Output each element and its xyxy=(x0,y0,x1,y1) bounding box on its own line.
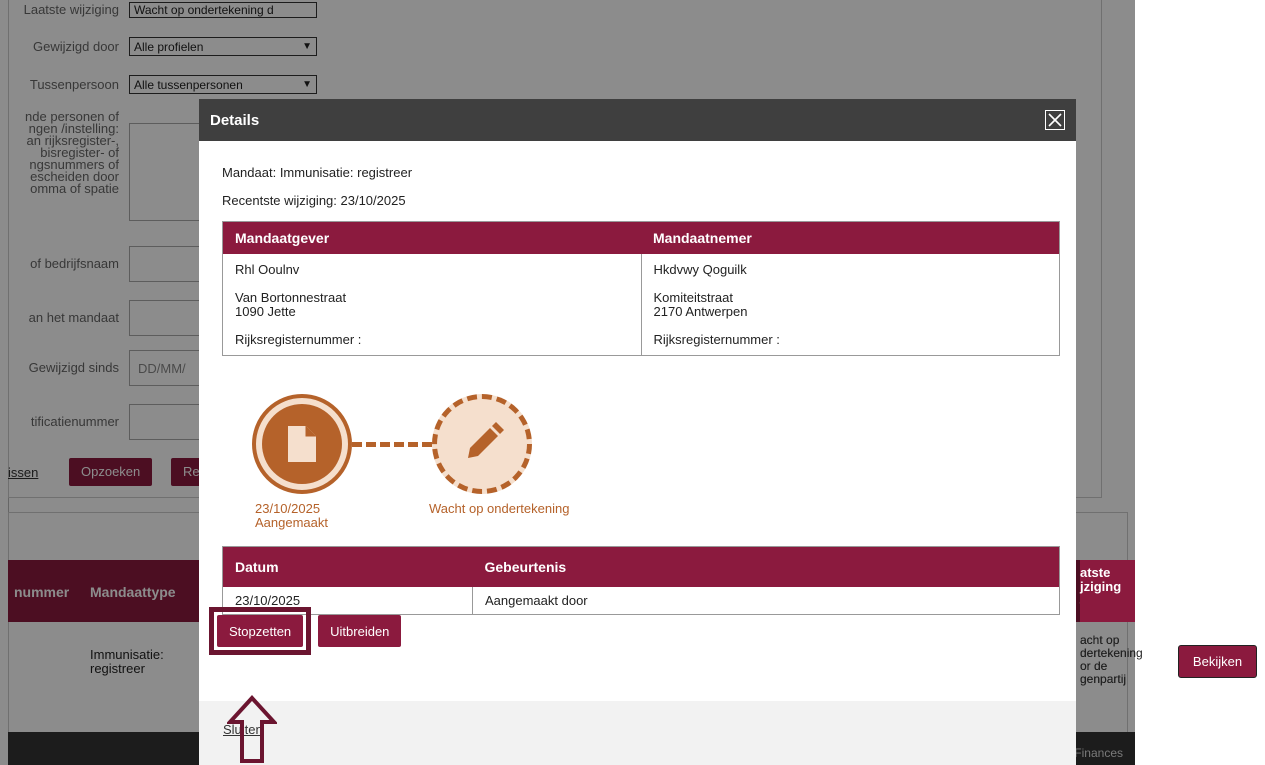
taker-header: Mandaatnemer xyxy=(641,221,1060,254)
stop-button[interactable]: Stopzetten xyxy=(217,615,304,647)
taker-name: Hkdvwy Qoguilk xyxy=(653,261,747,277)
step-created-label: 23/10/2025 Aangemaakt xyxy=(255,500,328,530)
giver-street: Van Bortonnestraat xyxy=(235,289,347,305)
col-last-change-line: atste xyxy=(1080,565,1111,580)
col-last-change-line: jziging xyxy=(1080,579,1122,594)
timeline-connector xyxy=(352,441,432,447)
giver-city: 1090 Jette xyxy=(235,303,296,319)
modal-title: Details xyxy=(210,111,260,129)
giver-address: Van Bortonnestraat 1090 Jette xyxy=(235,289,629,319)
view-button[interactable]: Bekijken xyxy=(1178,645,1257,678)
step-created-text: Aangemaakt xyxy=(255,514,328,530)
taker-cell: Hkdvwy Qoguilk Komiteitstraat 2170 Antwe… xyxy=(641,253,1060,355)
modal-footer: Sluiten xyxy=(199,695,1076,765)
modal-actions: Stopzetten Uitbreiden xyxy=(209,607,402,655)
timeline-step-created-inner xyxy=(262,403,342,484)
parties-table: Mandaatgever Mandaatnemer Rhl Ooulnv Van… xyxy=(222,221,1060,356)
recent-change-line: Recentste wijziging: 23/10/2025 xyxy=(222,193,406,208)
taker-rrn-label: Rijksregisternummer : xyxy=(653,331,780,347)
events-table: Datum Gebeurtenis 23/10/2025 Aangemaakt … xyxy=(222,545,1060,615)
col-date-header: Datum xyxy=(222,546,473,587)
step-created-date: 23/10/2025 xyxy=(255,500,321,516)
row-status-visible: acht op dertekening or de genpartij xyxy=(1080,634,1143,686)
timeline-step-created xyxy=(252,393,352,494)
giver-name: Rhl Ooulnv xyxy=(235,261,300,277)
close-icon[interactable] xyxy=(1045,110,1065,130)
details-modal: Details Mandaat: Immunisatie: registreer… xyxy=(199,99,1076,765)
giver-header: Mandaatgever xyxy=(222,221,641,254)
giver-cell: Rhl Ooulnv Van Bortonnestraat 1090 Jette… xyxy=(222,253,642,355)
highlight-box: Stopzetten xyxy=(209,607,312,655)
modal-header: Details xyxy=(199,99,1076,141)
pencil-icon xyxy=(468,421,504,458)
taker-address: Komiteitstraat 2170 Antwerpen xyxy=(653,289,1048,319)
col-last-change-header-visible: atste jziging xyxy=(1080,566,1121,594)
document-icon xyxy=(288,425,316,462)
taker-street: Komiteitstraat xyxy=(653,289,733,305)
giver-rrn-label: Rijksregisternummer : xyxy=(235,331,362,347)
col-event-header: Gebeurtenis xyxy=(472,546,1060,587)
mandate-line: Mandaat: Immunisatie: registreer xyxy=(222,165,413,180)
step-pending-label: Wacht op ondertekening xyxy=(429,500,570,516)
row-status-line: genpartij xyxy=(1080,672,1127,686)
extend-button[interactable]: Uitbreiden xyxy=(318,615,402,647)
event-description-cell: Aangemaakt door xyxy=(472,587,1060,615)
timeline-step-pending xyxy=(432,393,532,494)
status-timeline: 23/10/2025 Aangemaakt Wacht op onderteke… xyxy=(222,376,1056,546)
arrow-up-icon xyxy=(227,695,277,763)
taker-city: 2170 Antwerpen xyxy=(653,303,748,319)
